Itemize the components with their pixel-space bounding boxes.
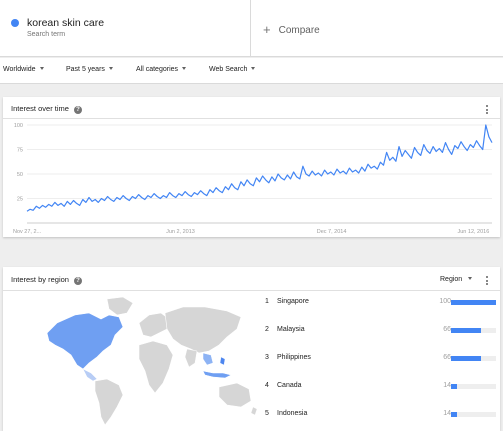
region-rank: 2 (265, 326, 269, 333)
caret-down-icon (251, 67, 256, 70)
interest-by-region-card: Interest by region? Region 1 Singapore 1… (3, 267, 500, 431)
region-value: 100 (439, 298, 451, 305)
card-divider (3, 290, 500, 291)
term-color-dot (11, 19, 19, 27)
region-select-label: Region (440, 276, 463, 283)
caret-down-icon (108, 67, 113, 70)
x-tick-label: Jun 2, 2013 (166, 229, 195, 235)
x-tick-label: Jun 12, 2016 (457, 229, 489, 235)
region-rank: 5 (265, 410, 269, 417)
region-row[interactable]: 1 Singapore 100 (265, 297, 500, 309)
region-name: Indonesia (277, 410, 308, 417)
region-resolution-select[interactable]: Region (440, 276, 473, 283)
map-south-america (94, 378, 124, 426)
region-name: Malaysia (277, 326, 305, 333)
geo-filter[interactable]: Worldwide (3, 66, 44, 73)
map-philippines (219, 356, 226, 366)
region-value: 14 (443, 410, 451, 417)
map-africa (138, 340, 174, 394)
map-north-america (46, 312, 124, 370)
search-term-box[interactable]: korean skin care Search term (0, 0, 251, 57)
search-type-filter-label: Web Search (209, 66, 248, 73)
time-filter-label: Past 5 years (66, 66, 105, 73)
search-type-filter[interactable]: Web Search (209, 66, 256, 73)
region-bar (451, 328, 496, 333)
map-greenland (106, 296, 134, 316)
caret-down-icon (39, 67, 44, 70)
interest-over-time-title: Interest over time? (11, 104, 82, 114)
help-icon[interactable]: ? (73, 277, 82, 285)
region-row[interactable]: 5 Indonesia 14 (265, 409, 500, 421)
region-value: 14 (443, 382, 451, 389)
card-title-text: Interest over time (11, 104, 69, 113)
search-term-bar: korean skin care Search term + Compare (0, 0, 503, 57)
y-tick-label: 50 (17, 172, 23, 178)
region-bar (451, 412, 496, 417)
region-bar-fill (451, 412, 458, 417)
y-tick-label: 100 (14, 123, 23, 129)
map-southeast-asia (202, 352, 214, 366)
region-bar-fill (451, 300, 496, 305)
more-options-icon[interactable] (486, 105, 488, 116)
interest-over-time-card: Interest over time? 100 75 50 25 Nov 27, 2..… (3, 97, 500, 237)
region-row[interactable]: 4 Canada 14 (265, 381, 500, 393)
map-asia (164, 306, 242, 354)
region-bar-fill (451, 356, 481, 361)
map-india (184, 348, 198, 368)
region-bar-fill (451, 384, 458, 389)
map-central-america (82, 368, 98, 382)
more-options-icon[interactable] (486, 276, 488, 287)
geo-filter-label: Worldwide (3, 66, 36, 73)
compare-button[interactable]: + Compare (263, 22, 320, 37)
region-bar (451, 384, 496, 389)
caret-down-icon (182, 67, 187, 70)
map-australia (218, 382, 252, 408)
region-bar (451, 300, 496, 305)
caret-down-icon (468, 277, 473, 280)
region-rank: 4 (265, 382, 269, 389)
region-value: 66 (443, 326, 451, 333)
compare-label: Compare (278, 25, 320, 36)
x-tick-label: Dec 7, 2014 (317, 229, 347, 235)
region-name: Canada (277, 382, 302, 389)
interest-line-chart: 100 75 50 25 Nov 27, 2... Jun 2, 2013 Dec 7, 2… (13, 123, 493, 235)
category-filter[interactable]: All categories (136, 66, 187, 73)
region-row[interactable]: 2 Malaysia 66 (265, 325, 500, 337)
help-icon[interactable]: ? (73, 106, 82, 114)
card-title-text: Interest by region (11, 275, 69, 284)
region-name: Philippines (277, 354, 311, 361)
region-rank: 1 (265, 298, 269, 305)
region-bar-fill (451, 328, 481, 333)
plus-icon: + (263, 22, 271, 37)
category-filter-label: All categories (136, 66, 179, 73)
interest-by-region-title: Interest by region? (11, 275, 82, 285)
time-filter[interactable]: Past 5 years (66, 66, 113, 73)
world-map[interactable] (27, 293, 262, 429)
map-indonesia (202, 370, 232, 379)
y-tick-label: 75 (17, 148, 23, 154)
y-tick-label: 25 (17, 197, 23, 203)
filter-bar: Worldwide Past 5 years All categories We… (0, 58, 503, 84)
region-bar (451, 356, 496, 361)
map-new-zealand (250, 406, 258, 416)
region-value: 66 (443, 354, 451, 361)
region-row[interactable]: 3 Philippines 66 (265, 353, 500, 365)
x-tick-label: Nov 27, 2... (13, 229, 42, 235)
search-term-sublabel: Search term (27, 31, 66, 38)
region-name: Singapore (277, 298, 309, 305)
search-term-text: korean skin care (27, 17, 105, 29)
region-rank: 3 (265, 354, 269, 361)
map-europe (138, 312, 170, 338)
